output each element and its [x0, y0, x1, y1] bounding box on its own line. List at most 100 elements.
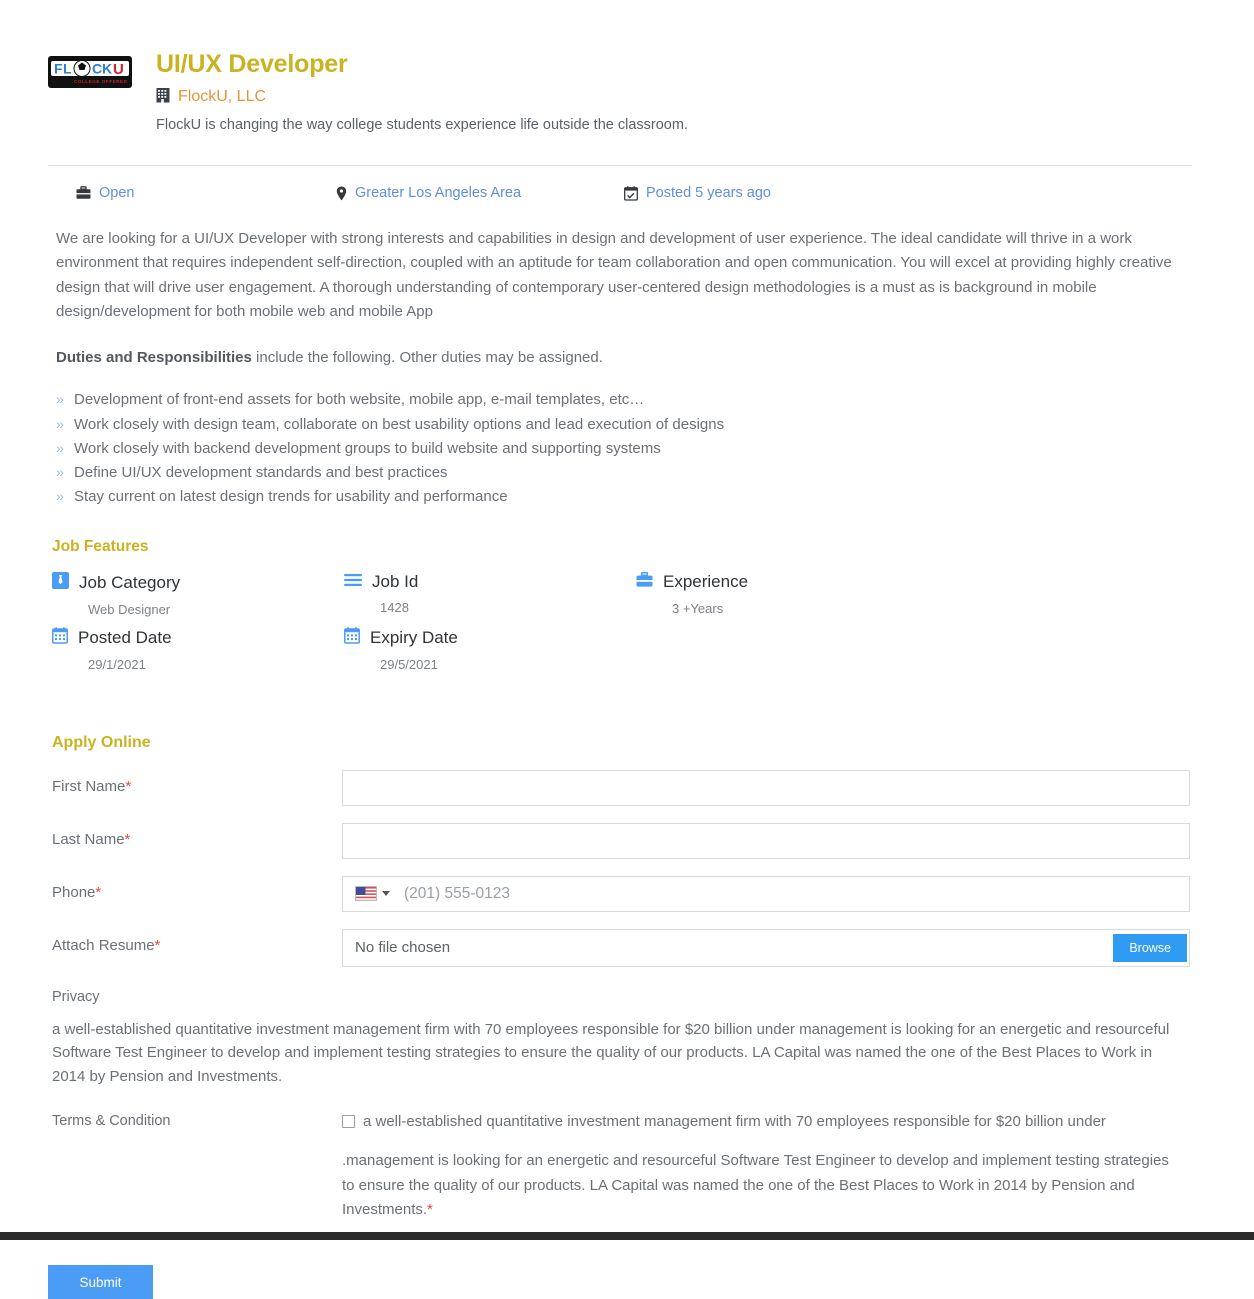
feature-label-row: Posted Date — [52, 627, 344, 649]
chevron-bullet-icon: » — [56, 439, 64, 456]
us-flag-icon — [355, 886, 377, 902]
duty-text: Stay current on latest design trends for… — [74, 488, 508, 506]
required-marker: * — [427, 1200, 433, 1218]
duty-text: Work closely with backend development gr… — [74, 439, 661, 457]
terms-row: Terms & Condition a well-established qua… — [48, 1111, 1206, 1237]
last-name-field-wrap — [342, 822, 1190, 859]
calendar-check-icon — [624, 185, 638, 201]
duties-heading-rest: include the following. Other duties may … — [251, 349, 603, 367]
chevron-bullet-icon: » — [56, 488, 64, 505]
file-name-text: No file chosen — [355, 939, 451, 957]
meta-posted[interactable]: Posted 5 years ago — [624, 185, 924, 201]
feature-label: Expiry Date — [370, 627, 458, 647]
feature-label-row: Experience — [636, 571, 928, 593]
feature-label-row: Job Category — [52, 571, 344, 594]
browse-button[interactable]: Browse — [1113, 933, 1187, 962]
duties-heading-bold: Duties and Responsibilities — [56, 349, 252, 367]
phone-label: Phone* — [48, 876, 342, 901]
attach-resume-label: Attach Resume* — [48, 929, 342, 954]
feature-value: 1428 — [380, 599, 409, 615]
job-header: F L C K U COLLEGE OFFERED UI/UX Develope… — [0, 0, 1254, 135]
feature-value: 29/5/2021 — [380, 656, 438, 672]
terms-checkbox-text: a well-established quantitative investme… — [363, 1112, 1106, 1130]
building-icon — [156, 87, 170, 108]
list-item: » Work closely with backend development g… — [56, 437, 1206, 461]
required-marker: * — [125, 777, 132, 795]
chevron-bullet-icon: » — [56, 464, 64, 481]
feature-label-row: Job Id — [344, 572, 636, 592]
calendar-icon — [52, 627, 68, 649]
country-selector[interactable] — [343, 886, 398, 902]
job-description-intro: We are looking for a UI/UX Developer wit… — [56, 230, 1172, 320]
briefcase-icon — [76, 186, 91, 200]
svg-text:K: K — [102, 61, 112, 77]
bottom-bar — [0, 1232, 1254, 1240]
tie-icon — [52, 571, 69, 594]
company-name[interactable]: FlockU, LLC — [178, 88, 266, 106]
required-marker: * — [95, 883, 102, 901]
form-row-first-name: First Name* — [48, 769, 1206, 806]
feature-label: Job Category — [79, 572, 181, 592]
header-text-block: UI/UX Developer FlockU, LLC FlockU is ch… — [138, 48, 688, 135]
meta-posted-label: Posted 5 years ago — [646, 185, 771, 202]
phone-input[interactable] — [398, 876, 1189, 911]
duty-text: Development of front-end assets for both… — [74, 391, 645, 409]
job-features-heading: Job Features — [52, 537, 149, 555]
chevron-bullet-icon: » — [56, 415, 64, 432]
company-tagline: FlockU is changing the way college stude… — [156, 116, 688, 133]
terms-checkbox-row: a well-established quantitative investme… — [342, 1111, 1174, 1134]
last-name-input[interactable] — [342, 822, 1190, 859]
flocku-logo-icon: F L C K U COLLEGE OFFERED — [48, 56, 132, 88]
duty-text: Define UI/UX development standards and b… — [74, 464, 448, 482]
feature-value: 3 +Years — [672, 600, 724, 616]
first-name-input[interactable] — [342, 769, 1190, 806]
feature-label: Job Id — [372, 571, 419, 591]
svg-text:COLLEGE OFFERED: COLLEGE OFFERED — [74, 79, 128, 84]
feature-label-row: Expiry Date — [344, 627, 636, 649]
phone-input-group — [342, 875, 1190, 912]
svg-text:U: U — [113, 61, 124, 78]
meta-status[interactable]: Open — [48, 185, 336, 201]
phone-label-text: Phone — [52, 883, 96, 901]
meta-location[interactable]: Greater Los Angeles Area — [336, 185, 624, 201]
first-name-label: First Name* — [48, 770, 342, 795]
duty-text: Work closely with design team, collabora… — [74, 415, 725, 433]
attach-resume-label-text: Attach Resume — [52, 936, 155, 954]
terms-paragraph-text: .management is looking for an energetic … — [342, 1152, 1169, 1218]
list-item: » Development of front-end assets for bot… — [56, 388, 1206, 412]
form-row-last-name: Last Name* — [48, 822, 1206, 859]
privacy-label: Privacy — [52, 988, 100, 1005]
form-row-resume: Attach Resume* No file chosen Browse — [48, 928, 1206, 967]
svg-text:C: C — [92, 61, 102, 77]
first-name-field-wrap — [342, 769, 1190, 806]
meta-location-label: Greater Los Angeles Area — [355, 185, 522, 202]
apply-form: First Name* Last Name* Phone* (201) 555-… — [48, 769, 1206, 967]
last-name-label: Last Name* — [48, 823, 342, 848]
feature-expiry-date: Expiry Date 29/5/2021 — [344, 627, 636, 672]
file-upload-control[interactable]: No file chosen Browse — [342, 928, 1190, 967]
chevron-bullet-icon: » — [56, 391, 64, 408]
privacy-text: a well-established quantitative investme… — [52, 1020, 1170, 1086]
submit-button[interactable]: Submit — [48, 1265, 153, 1299]
svg-text:L: L — [63, 61, 72, 77]
first-name-label-text: First Name — [52, 777, 126, 795]
job-meta-row: Open Greater Los Angeles Area Posted 5 y… — [0, 166, 1254, 201]
list-item: » Stay current on latest design trends fo… — [56, 485, 1206, 509]
company-line: FlockU, LLC — [156, 87, 688, 108]
terms-body: a well-established quantitative investme… — [342, 1111, 1174, 1237]
feature-value: Web Designer — [88, 601, 171, 617]
job-features-grid: Job Category Web Designer Job Id 1428 Ex… — [52, 571, 1206, 682]
terms-checkbox[interactable] — [342, 1114, 355, 1128]
feature-job-category: Job Category Web Designer — [52, 571, 344, 617]
feature-label: Posted Date — [78, 627, 172, 647]
company-logo: F L C K U COLLEGE OFFERED — [48, 48, 138, 88]
duties-list: » Development of front-end assets for bot… — [56, 388, 1206, 509]
required-marker: * — [124, 830, 131, 848]
briefcase-icon — [636, 571, 653, 593]
job-content: We are looking for a UI/UX Developer wit… — [0, 227, 1254, 1237]
list-item: » Define UI/UX development standards and … — [56, 461, 1206, 485]
apply-online-heading: Apply Online — [52, 733, 151, 751]
list-item: » Work closely with design team, collabor… — [56, 413, 1206, 437]
calendar-icon — [344, 627, 360, 649]
feature-value: 29/1/2021 — [88, 656, 146, 672]
